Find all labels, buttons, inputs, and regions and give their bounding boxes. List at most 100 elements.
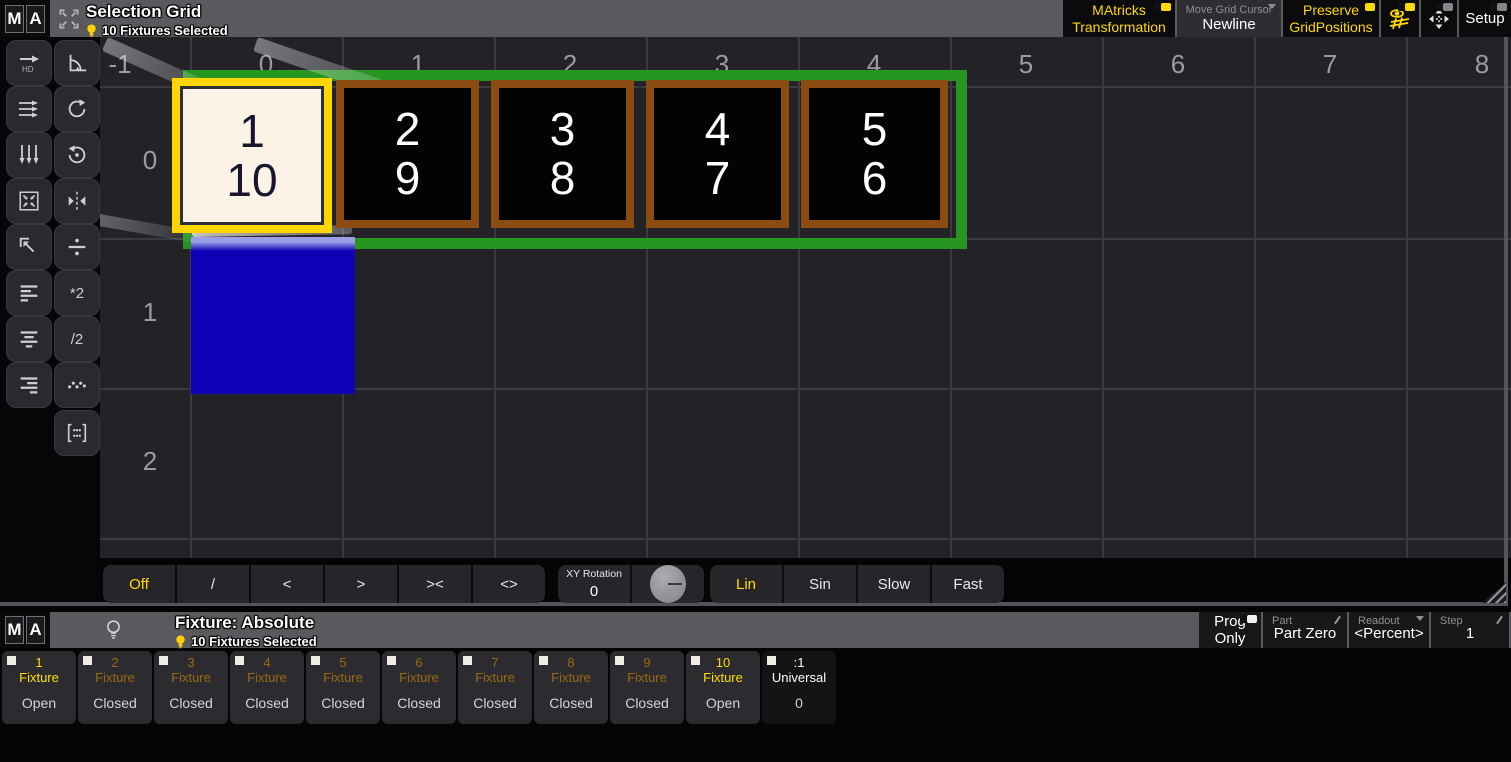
encoder-checkbox[interactable] — [311, 656, 320, 665]
matricks-transformation-button[interactable]: MAtricks Transformation — [1063, 0, 1175, 37]
encoder-title: Fixture: Absolute — [175, 614, 317, 633]
encoder-fixture-1[interactable]: 1 Fixture Open — [2, 651, 76, 724]
toggle-off-indicator — [1436, 3, 1453, 11]
ma-logo-m: M — [5, 616, 24, 644]
dropdown-arrow-icon — [1416, 616, 1424, 621]
fade-sin-button[interactable]: Sin — [782, 565, 856, 603]
fade-toolbar: Lin Sin Slow Fast — [710, 565, 1004, 603]
selection-status-text: 10 Fixtures Selected — [102, 23, 228, 38]
grid-brackets-button[interactable] — [54, 410, 100, 456]
encoder-fixture-3[interactable]: 3 Fixture Closed — [154, 651, 228, 724]
fade-lin-button[interactable]: Lin — [710, 565, 782, 603]
setup-button[interactable]: Setup — [1459, 0, 1511, 37]
svg-text:HD: HD — [22, 65, 34, 74]
align-right-icon — [17, 373, 41, 397]
column-label: 5 — [996, 49, 1056, 80]
move-grid-cursor-button[interactable]: Move Grid Cursor Newline — [1177, 0, 1281, 37]
random-dots-icon — [65, 373, 89, 397]
encoder-fixture-10[interactable]: 10 Fixture Open — [686, 651, 760, 724]
xy-rotation-knob-cell — [630, 565, 704, 603]
multiply-two-button[interactable]: *2 — [54, 270, 100, 316]
direction-in-button[interactable]: >< — [397, 565, 471, 603]
divide-grid-button[interactable] — [54, 224, 100, 270]
ma-logo-a: A — [26, 616, 45, 644]
direction-slash-button[interactable]: / — [175, 565, 249, 603]
angle-button[interactable] — [54, 40, 100, 86]
step-button[interactable]: Step 1 — [1431, 612, 1509, 648]
encoder-checkbox[interactable] — [539, 656, 548, 665]
row-label: 1 — [128, 297, 172, 328]
grid-cell[interactable]: 3 8 — [491, 80, 634, 228]
preserve-gridpositions-button[interactable]: Preserve GridPositions — [1283, 0, 1379, 37]
grid-cell-current[interactable]: 1 10 — [172, 78, 332, 233]
direction-out-button[interactable]: <> — [471, 565, 545, 603]
prog-only-button[interactable]: Prog Only — [1199, 612, 1261, 648]
resize-grip-icon[interactable] — [1482, 582, 1506, 603]
direction-right-button[interactable]: > — [323, 565, 397, 603]
toggle-on-indicator — [1398, 3, 1415, 11]
fixture-id: 8 — [550, 154, 576, 203]
selection-grid-canvas[interactable]: -1 0 1 2 3 4 5 6 7 8 0 1 2 1 10 2 9 3 8 … — [100, 37, 1511, 558]
next-row-hd-button[interactable]: HD — [6, 40, 52, 86]
encoder-fixture-5[interactable]: 5 Fixture Closed — [306, 651, 380, 724]
grid-header-buttons: MAtricks Transformation Move Grid Cursor… — [1063, 0, 1511, 37]
grandma3-screen: { "brand": {"logo_m": "M", "logo_a": "A"… — [0, 0, 1511, 762]
rotate-cw-button[interactable] — [54, 86, 100, 132]
grid-direction-toolbar: Off / < > >< <> — [103, 565, 545, 603]
grid-cell[interactable]: 2 9 — [336, 80, 479, 228]
encoder-fixture-2[interactable]: 2 Fixture Closed — [78, 651, 152, 724]
divide-two-button[interactable]: /2 — [54, 316, 100, 362]
fixtures-selected-icon — [175, 634, 186, 649]
align-center-button[interactable] — [6, 316, 52, 362]
fixture-id: 5 — [862, 105, 888, 154]
corner-arrow-button[interactable] — [6, 224, 52, 270]
encoder-checkbox[interactable] — [7, 656, 16, 665]
encoder-checkbox[interactable] — [83, 656, 92, 665]
angle-icon — [65, 51, 89, 75]
move-window-button[interactable] — [1421, 0, 1457, 37]
encoder-fixture-7[interactable]: 7 Fixture Closed — [458, 651, 532, 724]
fade-slow-button[interactable]: Slow — [856, 565, 930, 603]
encoder-checkbox[interactable] — [463, 656, 472, 665]
encoder-checkbox[interactable] — [767, 656, 776, 665]
part-button[interactable]: Part Part Zero — [1263, 612, 1347, 648]
grid-cell[interactable]: 4 7 — [646, 80, 789, 228]
direction-off-button[interactable]: Off — [103, 565, 175, 603]
arrows-down-button[interactable] — [6, 132, 52, 178]
encoder-fixture-9[interactable]: 9 Fixture Closed — [610, 651, 684, 724]
encoder-fixture-6[interactable]: 6 Fixture Closed — [382, 651, 456, 724]
arrows-right-button[interactable] — [6, 86, 52, 132]
encoder-checkbox[interactable] — [235, 656, 244, 665]
fixture-id: 3 — [550, 105, 576, 154]
encoder-checkbox[interactable] — [691, 656, 700, 665]
follow-grid-cursor-button[interactable] — [1381, 0, 1419, 37]
arrow-right-hd-icon: HD — [16, 50, 42, 76]
xy-rotation-value-button[interactable]: XY Rotation 0 — [558, 565, 630, 603]
triple-arrow-down-icon — [16, 142, 42, 168]
divide-two-label: /2 — [71, 331, 84, 348]
encoder-universal[interactable]: :1 Universal 0 — [762, 651, 836, 724]
shuffle-button[interactable] — [54, 362, 100, 408]
column-label: 7 — [1300, 49, 1360, 80]
triple-arrow-right-icon — [16, 96, 42, 122]
xy-rotation-knob[interactable] — [650, 565, 686, 603]
rotate-ccw-button[interactable] — [54, 132, 100, 178]
encoder-selection-status: 10 Fixtures Selected — [175, 634, 317, 649]
fade-fast-button[interactable]: Fast — [930, 565, 1004, 603]
encoder-fixture-4[interactable]: 4 Fixture Closed — [230, 651, 304, 724]
mirror-horizontal-button[interactable] — [54, 178, 100, 224]
readout-button[interactable]: Readout <Percent> — [1349, 612, 1429, 648]
direction-left-button[interactable]: < — [249, 565, 323, 603]
fixture-sheet-icon — [106, 619, 121, 640]
encoder-checkbox[interactable] — [387, 656, 396, 665]
encoder-checkbox[interactable] — [615, 656, 624, 665]
encoder-checkbox[interactable] — [159, 656, 168, 665]
grid-cursor[interactable] — [191, 237, 355, 394]
encoder-selection-status-text: 10 Fixtures Selected — [191, 634, 317, 649]
align-left-button[interactable] — [6, 270, 52, 316]
grid-cell[interactable]: 5 6 — [801, 80, 948, 228]
mirror-horizontal-icon — [65, 189, 89, 213]
align-right-button[interactable] — [6, 362, 52, 408]
encoder-fixture-8[interactable]: 8 Fixture Closed — [534, 651, 608, 724]
collapse-grid-button[interactable] — [6, 178, 52, 224]
